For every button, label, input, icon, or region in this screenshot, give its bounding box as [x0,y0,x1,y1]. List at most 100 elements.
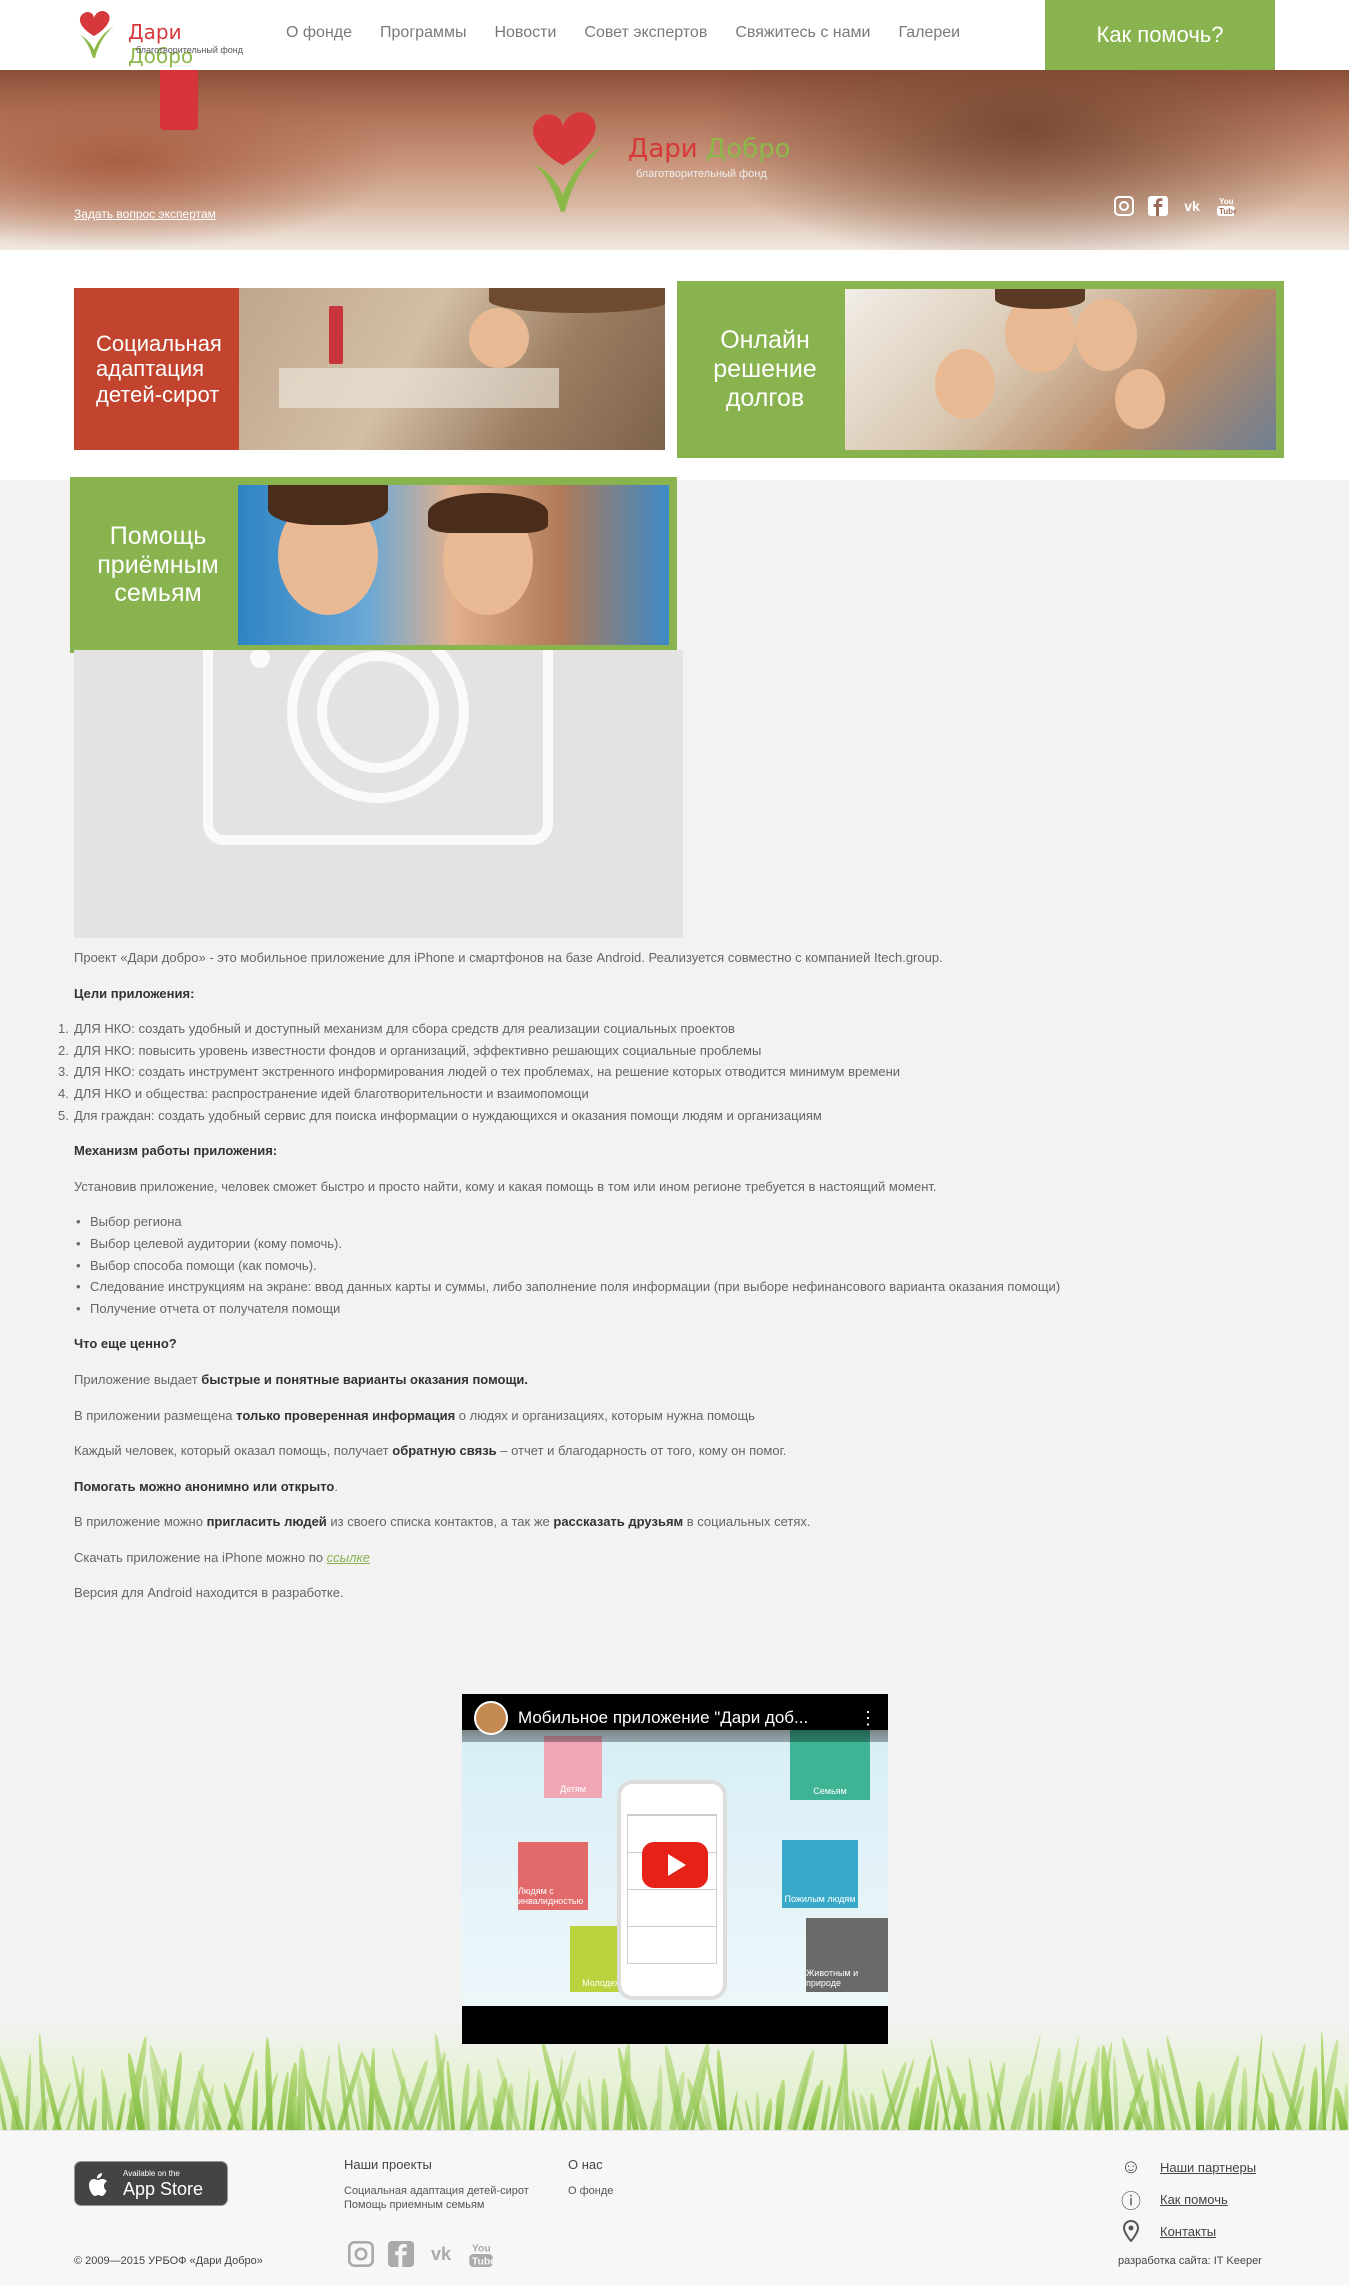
program-card-orphans[interactable]: Социальная адаптация детей-сирот [74,288,665,450]
grass-blade [1344,2084,1349,2130]
grass-blade [1163,2034,1191,2130]
info-icon: ⓘ [1121,2190,1141,2213]
site-header: Дари Добро благотворительный фонд О фонд… [0,0,1349,70]
video-title: Мобильное приложение "Дари доб... [518,1708,809,1727]
grass-blade [1026,2091,1037,2130]
apple-icon [89,2173,107,2196]
program-card-photo [238,485,669,645]
list-item: 4. ДЛЯ НКО и общества: распространение ид… [58,1085,589,1101]
grass-blade [1111,2056,1119,2130]
channel-avatar [474,1701,508,1735]
footer-link[interactable]: О фонде [568,2184,613,2198]
grass-blade [776,2090,781,2130]
app-store-badge[interactable]: Available on the App Store [74,2161,228,2206]
program-card-label: Онлайн решение долгов [685,289,845,450]
list-item: Следование инструкциям на экране: ввод д… [74,1279,1274,1295]
more-options-icon[interactable]: ⋮ [858,1708,878,1729]
site-logo[interactable]: Дари Добро благотворительный фонд [74,8,244,68]
paragraph: Приложение выдает быстрые и понятные вар… [74,1371,529,1387]
svg-text:Tube: Tube [1219,207,1236,216]
nav-galleries[interactable]: Галереи [898,24,960,42]
play-button-icon[interactable] [642,1842,708,1888]
instagram-icon[interactable] [1112,194,1136,218]
camera-placeholder-icon [203,650,553,845]
footer-quick-links: ☺ Наши партнеры ⓘ Как помочь Контакты [1118,2151,1256,2247]
mechanism-heading: Механизм работы приложения: [74,1143,278,1159]
app-store-line2: App Store [123,2179,204,2199]
iphone-download-link[interactable]: ссылке [327,1550,370,1565]
hero-banner: Дари Добро благотворительный фонд Задать… [0,70,1349,250]
app-description: Проект «Дари добро» - это мобильное прил… [58,950,1274,1621]
instagram-icon[interactable] [346,2239,376,2269]
grass-blade [141,2074,150,2130]
article-intro: Проект «Дари добро» - это мобильное прил… [74,950,943,965]
footer-projects-heading: Наши проекты [344,2157,432,2172]
mechanism-intro: Установив приложение, человек сможет быс… [74,1178,937,1194]
list-item: 2. ДЛЯ НКО: повысить уровень известности … [58,1042,762,1058]
grass-blade [194,2096,200,2130]
grass-blade [1226,2086,1232,2130]
vk-icon[interactable]: vk [1180,194,1204,218]
grass-blade [324,2097,336,2130]
paragraph: Версия для Android находится в разработк… [74,1585,344,1601]
program-card-label: Социальная адаптация детей-сирот [74,288,239,450]
how-to-help-button[interactable]: Как помочь? [1045,0,1275,70]
instagram-photo-placeholder [74,650,683,938]
svg-text:You: You [472,2243,491,2254]
app-store-line1: Available on the [123,2169,180,2178]
video-tile: Детям [544,1736,602,1798]
main-nav: О фонде Программы Новости Совет эксперто… [286,24,988,42]
hero-logo: Дари Добро благотворительный фонд [512,106,802,216]
paragraph: Скачать приложение на iPhone можно по сс… [74,1549,370,1565]
vk-icon[interactable]: vk [426,2239,456,2269]
hero-logo-title: Дари Добро [628,134,791,164]
logo-subtitle: благотворительный фонд [136,45,244,55]
copyright: © 2009—2015 УРБОФ «Дари Добро» [74,2255,263,2267]
paragraph: В приложение можно пригласить людей из с… [74,1514,811,1530]
program-card-debts[interactable]: Онлайн решение долгов [677,281,1284,458]
svg-text:You: You [1219,197,1234,206]
facebook-icon[interactable] [386,2239,416,2269]
footer-link-row: ☺ Наши партнеры [1118,2151,1256,2183]
smile-icon: ☺ [1120,2155,1142,2178]
youtube-icon[interactable]: You Tube [1214,194,1238,218]
footer-projects: Наши проекты Социальная адаптация детей-… [344,2157,529,2212]
location-pin-icon [1118,2218,1144,2244]
nav-about[interactable]: О фонде [286,24,352,42]
svg-text:Tube: Tube [472,2256,494,2267]
hero-logo-subtitle: благотворительный фонд [636,168,767,180]
footer-about: О нас О фонде [568,2157,613,2198]
developer-credit: разработка сайта: IT Keeper [1118,2255,1262,2267]
youtube-video-embed[interactable]: Детям Семьям Людям с инвалидностью Пожил… [462,1694,888,2044]
program-card-photo [239,288,665,450]
grass-blade [744,2099,754,2130]
footer-link[interactable]: Помощь приемным семьям [344,2198,529,2212]
grass-blade [1240,2066,1248,2130]
grass-blade [25,2052,33,2130]
nav-programs[interactable]: Программы [380,24,466,42]
facebook-icon[interactable] [1146,194,1170,218]
paragraph: Помогать можно анонимно или открыто. [74,1478,338,1494]
nav-contact[interactable]: Свяжитесь с нами [735,24,870,42]
grass-blade [656,2065,664,2130]
video-tile: Животным и природе [806,1918,888,1992]
list-item: 1. ДЛЯ НКО: создать удобный и доступный м… [58,1021,735,1037]
grass-blade [762,2097,774,2130]
program-card-foster[interactable]: Помощь приёмным семьям [70,477,677,653]
footer-link-row: ⓘ Как помочь [1118,2183,1256,2215]
nav-experts[interactable]: Совет экспертов [584,24,707,42]
youtube-icon[interactable]: You Tube [466,2239,496,2269]
hero-social-icons: vk You Tube [1112,194,1238,218]
contacts-link[interactable]: Контакты [1160,2224,1216,2239]
steps-list: Выбор региона Выбор целевой аудитории (к… [74,1214,1274,1316]
how-to-help-link[interactable]: Как помочь [1160,2192,1228,2207]
list-item: Выбор целевой аудитории (кому помочь). [74,1236,1274,1252]
footer-link[interactable]: Социальная адаптация детей-сирот [344,2184,529,2198]
partners-link[interactable]: Наши партнеры [1160,2160,1256,2175]
footer-about-heading: О нас [568,2157,603,2172]
goals-heading: Цели приложения: [74,985,195,1001]
ask-experts-link[interactable]: Задать вопрос экспертам [74,207,216,221]
footer-social-icons: vk You Tube [346,2239,496,2269]
goals-list: 1. ДЛЯ НКО: создать удобный и доступный м… [58,1021,1274,1123]
nav-news[interactable]: Новости [494,24,556,42]
